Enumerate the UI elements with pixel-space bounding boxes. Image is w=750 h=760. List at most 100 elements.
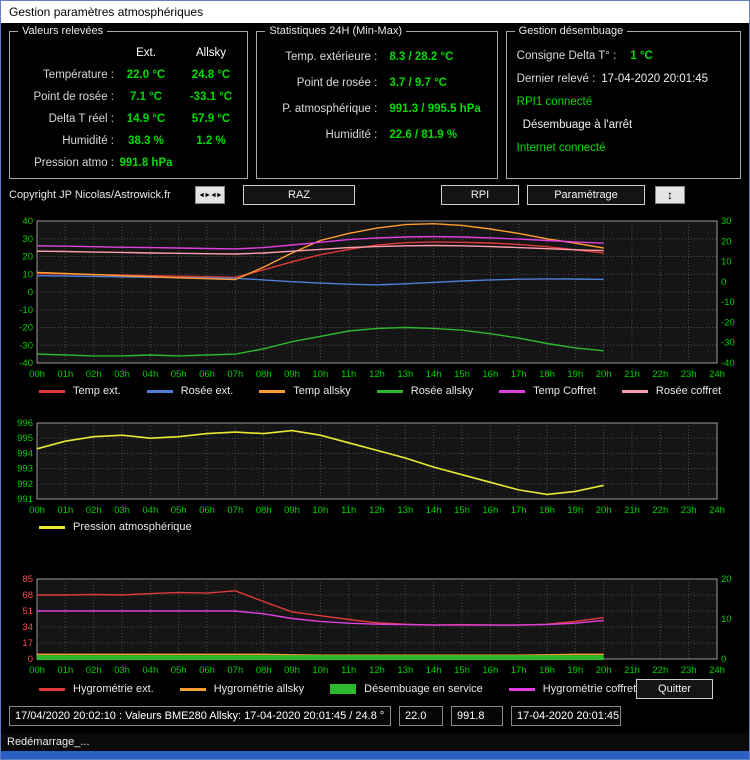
legend-swatch [376,389,403,393]
svg-text:01h: 01h [57,665,73,676]
panel-title-valeurs: Valeurs relevées [18,25,108,37]
pressure-chart-block: 00h 01h 02h 03h 04h 05h 06h 07h 08h 09h 10h 11h 12h 1… [9,417,741,537]
svg-text:20: 20 [22,252,33,263]
svg-text:21h: 21h [624,369,640,380]
label-humidite-stat: Humidité : [325,129,378,141]
svg-text:993: 993 [17,464,33,475]
column-header-allsky: Allsky [195,47,227,59]
hygrometry-chart-block: 00h 01h 02h 03h 04h 05h 06h 07h 08h 09h 10h 11h 12h 1… [9,573,741,701]
svg-text:-40: -40 [19,358,33,369]
svg-text:07h: 07h [227,505,243,516]
legend-swatch [499,389,526,393]
svg-text:10: 10 [721,614,732,625]
label-consigne: Consigne Delta T° : [516,49,617,62]
hygrometrie-plot: 00h 01h 02h 03h 04h 05h 06h 07h 08h 09h 10h 11h 12h 1… [22,574,732,676]
svg-text:-20: -20 [19,323,33,334]
swap-arrows-button[interactable]: ◄►◄► [195,186,225,204]
hygrometry-chart: 00h 01h 02h 03h 04h 05h 06h 07h 08h 09h 10h 11h 12h 1… [9,573,741,677]
svg-text:30: 30 [721,216,732,227]
svg-text:02h: 02h [86,369,102,380]
legend-label: Temp ext. [73,385,121,397]
svg-text:08h: 08h [256,665,272,676]
svg-text:12h: 12h [369,505,385,516]
svg-text:-30: -30 [19,340,33,351]
label-temperature: Température : [43,69,114,81]
legend-label: Temp allsky [293,385,351,397]
label-point-rosee-stat: Point de rosée : [296,77,378,89]
svg-text:16h: 16h [482,665,498,676]
svg-text:-20: -20 [721,317,735,328]
svg-text:17h: 17h [511,665,527,676]
svg-text:991: 991 [17,494,33,505]
svg-text:85: 85 [22,574,33,585]
raz-button[interactable]: RAZ [243,185,355,205]
desembuage-body: Consigne Delta T° : 1 °C Dernier relevé … [507,32,740,159]
value-humidite-stat: 22.6 / 81.9 % [389,129,458,141]
legend-label: Désembuage en service [364,683,483,695]
legend-label: Rosée ext. [180,385,234,397]
copyright-text: Copyright JP Nicolas/Astrowick.fr [9,189,171,201]
legend-item: Rosée ext. [146,385,234,397]
svg-text:20: 20 [721,236,732,247]
panel-statistiques: Statistiques 24H (Min-Max) Temp. extérie… [256,25,498,179]
svg-text:07h: 07h [227,665,243,676]
svg-text:19h: 19h [567,369,583,380]
legend-item: Désembuage en service [330,683,483,695]
value-humidite-ext: 38.3 % [128,135,164,147]
toolbar: Copyright JP Nicolas/Astrowick.fr ◄►◄► R… [9,185,741,205]
svg-text:0: 0 [721,277,726,288]
legend-item: Hygrométrie ext. [39,683,154,695]
value-rosee-ext: 7.1 °C [129,91,163,103]
temperature-chart-block: 00h 01h 02h 03h 04h 05h 06h 07h 08h 09h 10h 11h 12h 1… [9,215,741,401]
quitter-button[interactable]: Quitter [636,679,713,699]
svg-text:14h: 14h [426,505,442,516]
title-bar[interactable]: Gestion paramètres atmosphériques [1,1,749,23]
legend-item: Pression atmosphérique [39,521,192,533]
up-down-button[interactable]: ↕ [655,186,685,204]
column-header-ext: Ext. [136,47,156,59]
svg-text:13h: 13h [397,369,413,380]
svg-text:23h: 23h [681,369,697,380]
svg-text:10: 10 [721,257,732,268]
pressure-chart: 00h 01h 02h 03h 04h 05h 06h 07h 08h 09h 10h 11h 12h 1… [9,417,741,517]
status-horodatage-field: 17-04-2020 20:01:45 [511,706,621,726]
status-pression-field: 991.8 [451,706,503,726]
legend-item: Temp Coffret [499,385,596,397]
svg-text:996: 996 [17,418,33,429]
value-temp-exterieure: 8.3 / 28.2 °C [389,51,454,63]
svg-text:-40: -40 [721,358,735,369]
legend-label: Hygrométrie allsky [213,683,305,695]
window-title: Gestion paramètres atmosphériques [9,5,204,19]
taskbar-item-redemarrage[interactable]: Redémarrage_... [7,736,90,748]
legend-swatch [39,525,65,529]
svg-text:10h: 10h [312,369,328,380]
temperatures-plot: 00h 01h 02h 03h 04h 05h 06h 07h 08h 09h 10h 11h 12h 1… [19,216,735,380]
panel-title-desembuage: Gestion désembuage [514,25,628,37]
temperature-legend: Temp ext. Rosée ext. Temp allsky Rosée alls… [39,381,741,401]
svg-text:17: 17 [22,638,33,649]
label-temp-exterieure: Temp. extérieure : [285,51,378,63]
svg-text:34: 34 [22,622,33,633]
value-temperature-allsky: 24.8 °C [191,69,231,81]
legend-swatch [39,389,65,393]
svg-text:10h: 10h [312,665,328,676]
rpi-button[interactable]: RPI [441,185,519,205]
svg-text:995: 995 [17,433,33,444]
svg-text:-30: -30 [721,338,735,349]
svg-text:01h: 01h [57,369,73,380]
svg-text:12h: 12h [369,369,385,380]
svg-text:22h: 22h [652,505,668,516]
svg-text:12h: 12h [369,665,385,676]
panel-valeurs-relevees: Valeurs relevées Ext. Allsky Température… [9,25,249,179]
svg-text:51: 51 [22,606,33,617]
panel-desembuage: Gestion désembuage Consigne Delta T° : 1… [505,25,741,179]
status-internet: Internet connecté [516,141,606,154]
svg-text:05h: 05h [171,369,187,380]
legend-swatch [179,687,206,691]
svg-text:30: 30 [22,234,33,245]
label-humidite: Humidité : [62,135,114,147]
svg-text:0: 0 [721,654,726,665]
legend-swatch [259,389,286,393]
parametrage-button[interactable]: Paramétrage [527,185,645,205]
svg-text:17h: 17h [511,505,527,516]
